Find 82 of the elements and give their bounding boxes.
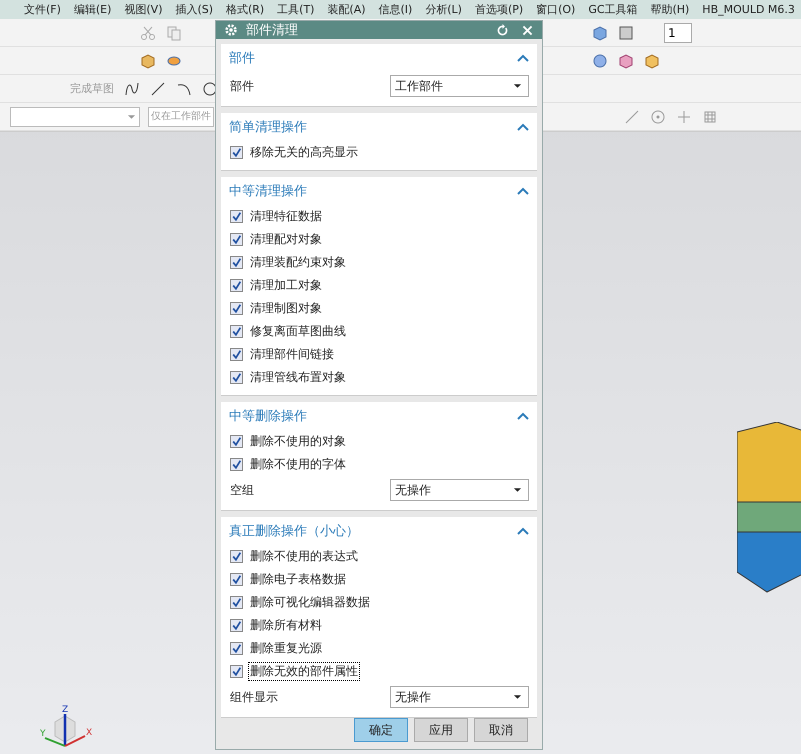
checkbox-label[interactable]: 清理加工对象 bbox=[248, 276, 324, 295]
close-icon[interactable] bbox=[521, 24, 534, 36]
checkbox-label[interactable]: 删除可视化编辑器数据 bbox=[248, 593, 372, 612]
checkbox[interactable] bbox=[230, 302, 243, 315]
checkbox[interactable] bbox=[230, 256, 243, 269]
caret-icon bbox=[513, 83, 522, 89]
menu-item[interactable]: 工具(T) bbox=[277, 2, 314, 17]
menu-item[interactable]: 编辑(E) bbox=[74, 2, 112, 17]
section-title[interactable]: 简单清理操作 bbox=[229, 118, 307, 136]
field-label: 部件 bbox=[230, 78, 255, 94]
checkbox-label[interactable]: 删除重复光源 bbox=[248, 639, 324, 658]
dropdown[interactable]: 工作部件 bbox=[390, 75, 529, 97]
checkbox[interactable] bbox=[230, 435, 243, 448]
checkbox[interactable] bbox=[230, 146, 243, 159]
chevron-up-icon[interactable] bbox=[517, 54, 529, 62]
menu-item[interactable]: 视图(V) bbox=[124, 2, 162, 17]
checkbox-label[interactable]: 清理配对对象 bbox=[248, 230, 324, 249]
checkbox-label[interactable]: 清理装配约束对象 bbox=[248, 253, 348, 272]
checkbox-label[interactable]: 清理特征数据 bbox=[248, 207, 324, 226]
section-title[interactable]: 真正删除操作（小心） bbox=[229, 522, 359, 540]
checkbox-label[interactable]: 删除不使用的表达式 bbox=[248, 547, 360, 566]
menu-item[interactable]: 窗口(O) bbox=[536, 2, 576, 17]
checkbox-label[interactable]: 清理管线布置对象 bbox=[248, 368, 348, 387]
checkbox-label[interactable]: 删除不使用的字体 bbox=[248, 455, 348, 474]
menu-item[interactable]: 插入(S) bbox=[175, 2, 214, 17]
menu-item[interactable]: 分析(L) bbox=[425, 2, 462, 17]
plus-icon[interactable] bbox=[676, 108, 692, 124]
chevron-up-icon[interactable] bbox=[517, 123, 529, 131]
section-title[interactable]: 中等清理操作 bbox=[229, 182, 307, 200]
menu-item[interactable]: 信息(I) bbox=[378, 2, 412, 17]
checkbox[interactable] bbox=[230, 665, 243, 678]
caret-icon bbox=[127, 114, 136, 120]
field-label: 空组 bbox=[230, 482, 255, 498]
checkbox[interactable] bbox=[230, 348, 243, 361]
line-icon[interactable] bbox=[150, 80, 166, 96]
menu-item[interactable]: 首选项(P) bbox=[474, 2, 524, 17]
menu-item[interactable]: 文件(F) bbox=[24, 2, 61, 17]
checkbox[interactable] bbox=[230, 596, 243, 609]
chevron-up-icon[interactable] bbox=[517, 187, 529, 195]
checkbox-label[interactable]: 删除无效的部件属性 bbox=[248, 662, 360, 681]
menu-item[interactable]: HB_MOULD M6.3 bbox=[702, 3, 795, 16]
checkbox-label[interactable]: 删除不使用的对象 bbox=[248, 432, 348, 451]
checkbox[interactable] bbox=[230, 458, 243, 471]
sphere-icon[interactable] bbox=[592, 52, 608, 68]
dialog-title: 部件清理 bbox=[246, 22, 299, 39]
grid-icon[interactable] bbox=[702, 108, 718, 124]
checkbox[interactable] bbox=[230, 550, 243, 563]
settings-icon bbox=[224, 23, 238, 37]
curve-icon[interactable] bbox=[124, 80, 140, 96]
checkbox-label[interactable]: 移除无关的高亮显示 bbox=[248, 143, 360, 162]
chevron-up-icon[interactable] bbox=[517, 412, 529, 420]
section-title[interactable]: 部件 bbox=[229, 49, 255, 67]
square-icon[interactable] bbox=[618, 24, 634, 40]
checkbox-label[interactable]: 删除电子表格数据 bbox=[248, 570, 348, 589]
dropdown[interactable]: 无操作 bbox=[390, 686, 529, 708]
field-label: 组件显示 bbox=[230, 688, 279, 706]
menu-item[interactable]: 帮助(H) bbox=[650, 2, 690, 17]
checkbox[interactable] bbox=[230, 233, 243, 246]
chevron-up-icon[interactable] bbox=[517, 527, 529, 535]
checkbox[interactable] bbox=[230, 325, 243, 338]
checkbox-label[interactable]: 删除所有材料 bbox=[248, 616, 324, 635]
layer-field[interactable]: 1 bbox=[664, 22, 692, 42]
caret-icon bbox=[513, 694, 522, 700]
menu-item[interactable]: 格式(R) bbox=[226, 2, 264, 17]
checkbox[interactable] bbox=[230, 210, 243, 223]
dropdown[interactable]: 无操作 bbox=[390, 479, 529, 501]
checkbox[interactable] bbox=[230, 371, 243, 384]
section-title[interactable]: 中等删除操作 bbox=[229, 407, 307, 425]
dialog-button[interactable]: 取消 bbox=[474, 718, 528, 742]
menu-item[interactable]: 装配(A) bbox=[327, 2, 366, 17]
reset-icon[interactable] bbox=[496, 24, 509, 36]
dialog-button[interactable]: 确定 bbox=[354, 718, 408, 742]
checkbox-label[interactable]: 清理制图对象 bbox=[248, 299, 324, 318]
checkbox-label[interactable]: 修复离面草图曲线 bbox=[248, 322, 348, 341]
checkbox[interactable] bbox=[230, 279, 243, 292]
checkbox[interactable] bbox=[230, 573, 243, 586]
dialog-button[interactable]: 应用 bbox=[414, 718, 468, 742]
menu-item[interactable]: GC工具箱 bbox=[588, 2, 638, 17]
checkbox[interactable] bbox=[230, 642, 243, 655]
checkbox[interactable] bbox=[230, 619, 243, 632]
checkbox-label[interactable]: 清理部件间链接 bbox=[248, 345, 336, 364]
caret-icon bbox=[513, 487, 522, 493]
